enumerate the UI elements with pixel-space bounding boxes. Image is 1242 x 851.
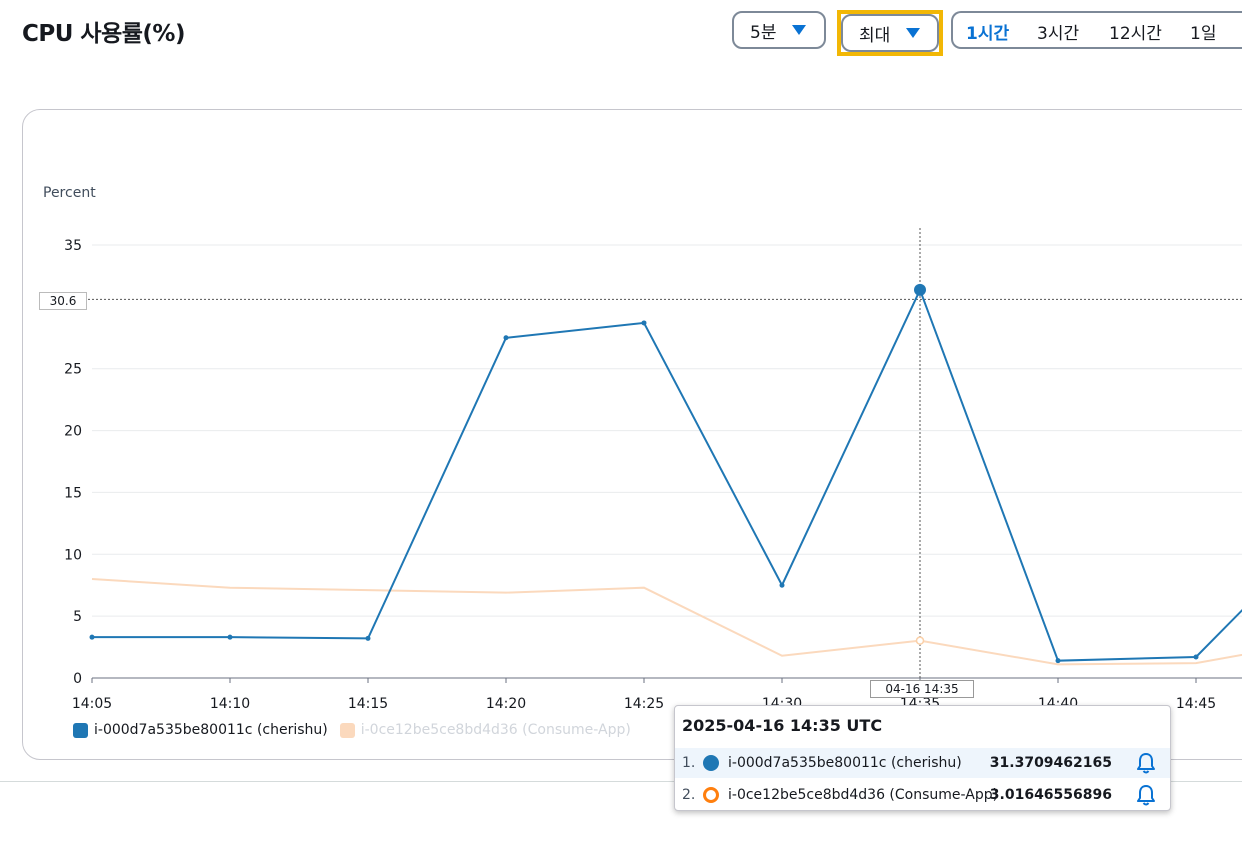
legend-swatch: [73, 722, 88, 738]
tooltip-series-name: i-0ce12be5ce8bd4d36 (Consume-App): [728, 787, 999, 803]
tooltip-series-value: 3.01646556896: [989, 787, 1112, 803]
series-group: [91, 578, 1242, 666]
x-tick-label: 14:25: [624, 696, 664, 712]
legend-swatch: [339, 722, 355, 738]
bell-icon[interactable]: [1136, 784, 1156, 806]
data-point: [227, 634, 233, 640]
chart-legend: i-000d7a535be80011c (cherishu) i-0ce12be…: [73, 722, 643, 738]
legend-label: i-0ce12be5ce8bd4d36 (Consume-App): [360, 722, 631, 738]
data-point: [365, 635, 371, 641]
tooltip-row: 1. i-000d7a535be80011c (cherishu) 31.370…: [675, 748, 1170, 778]
x-tick-label: 14:10: [210, 696, 250, 712]
data-point: [641, 320, 647, 326]
y-tick-label: 0: [73, 671, 82, 687]
data-point: [1193, 654, 1199, 660]
y-tick-label: 35: [64, 238, 82, 254]
series-group: [89, 287, 1242, 664]
y-tick-label: 25: [64, 362, 82, 378]
crosshair-x-label: 04-16 14:35: [870, 680, 974, 698]
series-marker-icon: [703, 787, 719, 803]
tooltip-series-name: i-000d7a535be80011c (cherishu): [728, 755, 962, 771]
legend-item-cherishu[interactable]: i-000d7a535be80011c (cherishu): [73, 722, 328, 738]
tooltip-row-index: 2.: [682, 787, 696, 803]
x-tick-label: 14:15: [348, 696, 388, 712]
tooltip-row-index: 1.: [682, 755, 696, 771]
legend-item-consume-app[interactable]: i-0ce12be5ce8bd4d36 (Consume-App): [339, 722, 631, 738]
crosshair-y-label: 30.6: [39, 292, 87, 310]
y-tick-label: 15: [64, 485, 82, 501]
x-tick-label: 14:20: [486, 696, 526, 712]
data-point: [779, 582, 785, 588]
series-marker-icon: [703, 755, 719, 771]
data-point: [503, 335, 509, 341]
tooltip-row: 2. i-0ce12be5ce8bd4d36 (Consume-App) 3.0…: [675, 780, 1170, 810]
hover-point: [914, 283, 926, 296]
series-line: [92, 287, 1242, 662]
bell-icon[interactable]: [1136, 752, 1156, 774]
series-line: [91, 578, 1242, 666]
legend-label: i-000d7a535be80011c (cherishu): [94, 722, 328, 738]
tooltip-timestamp: 2025-04-16 14:35 UTC: [682, 716, 883, 735]
tooltip-series-value: 31.3709462165: [989, 755, 1112, 771]
data-point: [1055, 658, 1061, 664]
hover-point: [915, 636, 925, 645]
data-point: [89, 634, 95, 640]
y-tick-label: 20: [64, 424, 82, 440]
x-tick-label: 14:45: [1176, 696, 1216, 712]
y-tick-label: 5: [73, 609, 82, 625]
y-tick-label: 10: [64, 547, 82, 563]
chart-tooltip: 2025-04-16 14:35 UTC 1. i-000d7a535be800…: [674, 705, 1171, 811]
x-tick-label: 14:05: [72, 696, 112, 712]
